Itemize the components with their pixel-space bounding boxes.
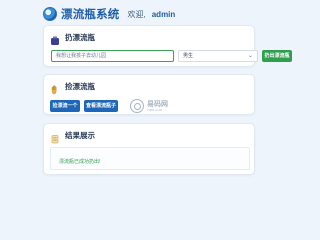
result-card-title: 结果展示 [65, 131, 95, 140]
app-title: 漂流瓶系统 [61, 9, 120, 21]
pick-card-header: 捡漂流瓶 [50, 81, 95, 94]
pick-bottle-button[interactable]: 捡漂流一个 [50, 100, 80, 112]
welcome-text: 欢迎, [127, 9, 146, 19]
view-bottle-button[interactable]: 查看漂流瓶子 [84, 100, 118, 112]
watermark-main-text: 易码网 [147, 100, 168, 108]
scroll-icon [50, 131, 60, 143]
username: admin [151, 9, 176, 19]
chevron-down-icon: ⌄ [247, 53, 253, 59]
pick-bottle-card: 捡漂流瓶 捡漂流一个 查看漂流瓶子 易码网 YIMA.COM [43, 74, 255, 115]
throw-bottle-card: 扔漂流瓶 我想让我孩子去幼儿园 男生 ⌄ 扔出漂流瓶 [43, 25, 292, 67]
bottle-logo-icon [43, 7, 57, 21]
throw-card-title: 扔漂流瓶 [65, 33, 95, 42]
throw-card-header: 扔漂流瓶 [50, 32, 95, 45]
throw-bottle-button[interactable]: 扔出漂流瓶 [262, 50, 292, 62]
pick-card-title: 捡漂流瓶 [65, 82, 95, 91]
result-card: 结果展示 漂流瓶已成功扔出! [43, 123, 255, 175]
watermark-logo-icon [130, 99, 144, 113]
watermark-sub-text: YIMA.COM [147, 107, 163, 112]
message-input[interactable]: 我想让我孩子去幼儿园 [51, 50, 174, 62]
result-box: 漂流瓶已成功扔出! [50, 147, 250, 170]
result-message: 漂流瓶已成功扔出! [59, 159, 101, 165]
watermark: 易码网 YIMA.COM [130, 99, 168, 113]
gender-select[interactable]: 男生 ⌄ [178, 50, 258, 62]
gender-select-value: 男生 [183, 53, 194, 59]
bottle-icon [50, 33, 60, 45]
result-card-header: 结果展示 [50, 130, 95, 143]
hand-icon [50, 82, 60, 94]
app-header: 漂流瓶系统 欢迎, admin [43, 6, 175, 22]
